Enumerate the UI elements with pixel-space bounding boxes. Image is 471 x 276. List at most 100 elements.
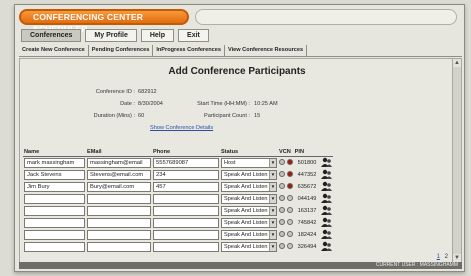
date-label: Date : <box>120 101 135 107</box>
participant-radio[interactable] <box>286 171 293 178</box>
name-input[interactable]: mark massingham <box>24 157 85 168</box>
email-input[interactable]: Stevens@email.com <box>87 169 151 180</box>
participant-count-value: 15 <box>254 113 261 119</box>
email-input[interactable] <box>87 205 151 216</box>
email-input[interactable] <box>87 217 151 228</box>
scroll-down-arrow-icon[interactable]: ▼ <box>453 254 461 262</box>
participants-table: Name EMail Phone Status VCN PIN mark mas… <box>23 149 333 253</box>
participant-radio[interactable] <box>286 195 293 202</box>
phone-input[interactable]: 234 <box>153 169 219 180</box>
phone-input[interactable] <box>153 217 219 228</box>
participant-radio[interactable] <box>286 243 293 250</box>
phone-input[interactable]: 457 <box>153 181 219 192</box>
scroll-up-arrow-icon[interactable]: ▲ <box>453 59 461 67</box>
show-conference-details-link[interactable]: Show Conference Details <box>150 125 213 131</box>
duration-label: Duration (Mins) : <box>93 113 135 119</box>
name-input[interactable] <box>24 193 85 204</box>
chevron-down-icon: ▼ <box>269 230 276 239</box>
table-row: Jim Bury Bury@email.com 457 Speak And Liste… <box>23 181 333 193</box>
tab-help[interactable]: Help <box>140 29 175 42</box>
status-select[interactable]: Host ▼ <box>221 157 277 168</box>
participant-radio[interactable] <box>286 159 293 166</box>
participant-radio[interactable] <box>286 231 293 238</box>
name-input[interactable] <box>24 229 85 240</box>
vcn-toggle[interactable] <box>279 207 285 214</box>
vertical-scrollbar[interactable]: ▲ ▼ <box>452 59 461 262</box>
table-row: Speak And Listen ▼ 326494 <box>23 241 333 253</box>
subtab-pending-conferences[interactable]: Pending Conferences <box>89 45 154 56</box>
pin-value: 163137 <box>297 208 317 215</box>
subtab-inprogress-conferences[interactable]: InProgress Conferences <box>153 45 225 56</box>
conference-id-label: Conference ID : <box>95 89 135 95</box>
name-input[interactable] <box>24 217 85 228</box>
date-value: 8/30/2004 <box>138 101 163 107</box>
vcn-toggle[interactable] <box>279 243 285 250</box>
people-icon[interactable] <box>320 241 332 253</box>
vcn-toggle[interactable] <box>279 183 285 190</box>
start-time-label: Start Time (HH:MM) : <box>197 101 250 107</box>
chevron-down-icon: ▼ <box>269 194 276 203</box>
email-input[interactable] <box>87 193 151 204</box>
email-input[interactable] <box>87 229 151 240</box>
name-input[interactable]: Jim Bury <box>24 181 85 192</box>
status-select[interactable]: Speak And Listen ▼ <box>221 169 277 180</box>
tab-exit[interactable]: Exit <box>178 29 209 42</box>
pager: 1 2 <box>434 254 448 260</box>
pin-value: 326494 <box>297 244 317 251</box>
email-input[interactable]: massingham@email <box>87 157 151 168</box>
status-select[interactable]: Speak And Listen ▼ <box>221 205 277 216</box>
email-input[interactable]: Bury@email.com <box>87 181 151 192</box>
start-time-value: 10:25 AM <box>254 101 278 107</box>
phone-input[interactable] <box>153 229 219 240</box>
pin-value: 501800 <box>297 160 317 167</box>
app-window: CONFERENCING CENTER SCHEDULER Conference… <box>14 4 465 272</box>
status-value: Speak And Listen <box>224 243 268 250</box>
table-row: Speak And Listen ▼ 163137 <box>23 205 333 217</box>
table-row: Speak And Listen ▼ 182424 <box>23 229 333 241</box>
subtab-view-conference-resources[interactable]: View Conference Resources <box>225 45 308 56</box>
participant-count-label: Participant Count : <box>203 113 250 119</box>
pin-value: 044149 <box>297 196 317 203</box>
chevron-down-icon: ▼ <box>269 170 276 179</box>
vcn-toggle[interactable] <box>279 195 285 202</box>
header-name: Name <box>23 149 86 157</box>
page-link-2[interactable]: 2 <box>445 254 448 260</box>
phone-input[interactable] <box>153 241 219 252</box>
chevron-down-icon: ▼ <box>269 182 276 191</box>
status-select[interactable]: Speak And Listen ▼ <box>221 241 277 252</box>
tab-conferences[interactable]: Conferences <box>21 29 82 42</box>
status-select[interactable]: Speak And Listen ▼ <box>221 193 277 204</box>
header-pin: PIN <box>293 149 333 157</box>
vcn-toggle[interactable] <box>279 219 285 226</box>
participant-radio[interactable] <box>286 207 293 214</box>
status-select[interactable]: Speak And Listen ▼ <box>221 229 277 240</box>
status-value: Speak And Listen <box>224 183 268 190</box>
status-value: Speak And Listen <box>224 195 268 202</box>
status-value: Speak And Listen <box>224 171 268 178</box>
phone-input[interactable]: 5557689087 <box>153 157 219 168</box>
page-link-1[interactable]: 1 <box>437 254 440 260</box>
header-phone: Phone <box>152 149 220 157</box>
main-tabs: Conferences My Profile Help Exit <box>21 29 209 42</box>
name-input[interactable] <box>24 241 85 252</box>
status-select[interactable]: Speak And Listen ▼ <box>221 217 277 228</box>
phone-input[interactable] <box>153 193 219 204</box>
status-value: Host <box>224 159 236 166</box>
status-select[interactable]: Speak And Listen ▼ <box>221 181 277 192</box>
participant-radio[interactable] <box>286 183 293 190</box>
pin-value: 635672 <box>297 184 317 191</box>
title-bar-extension <box>195 9 457 25</box>
phone-input[interactable] <box>153 205 219 216</box>
vcn-toggle[interactable] <box>279 171 285 178</box>
vcn-toggle[interactable] <box>279 231 285 238</box>
name-input[interactable] <box>24 205 85 216</box>
subtab-create-new-conference[interactable]: Create New Conference <box>19 45 89 56</box>
name-input[interactable]: Jack Stevens <box>24 169 85 180</box>
tab-my-profile[interactable]: My Profile <box>85 29 137 42</box>
duration-value: 60 <box>138 113 145 119</box>
vcn-toggle[interactable] <box>279 159 285 166</box>
table-header-row: Name EMail Phone Status VCN PIN <box>23 149 333 157</box>
participants-body: mark massingham massingham@email 555768908… <box>23 156 333 253</box>
email-input[interactable] <box>87 241 151 252</box>
participant-radio[interactable] <box>286 219 293 226</box>
